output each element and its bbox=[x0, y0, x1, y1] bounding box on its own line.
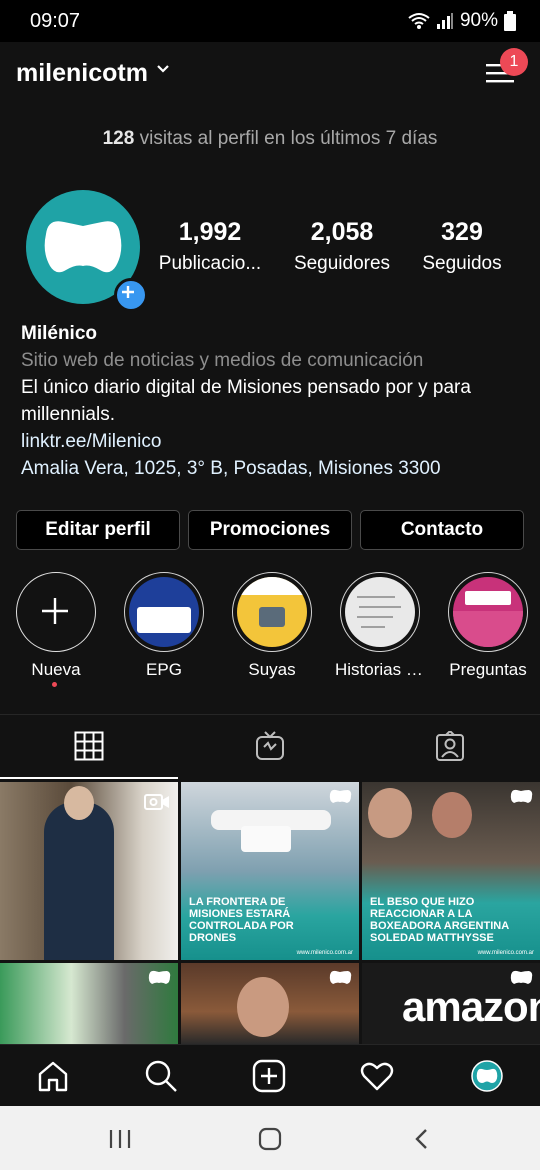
heart-icon[interactable] bbox=[360, 1059, 394, 1093]
brand-logo bbox=[329, 970, 352, 984]
highlight-preguntas[interactable]: Preguntas bbox=[443, 572, 533, 680]
highlight-label: Preguntas bbox=[449, 660, 527, 679]
stat-following-value: 329 bbox=[441, 218, 483, 246]
chevron-down-icon[interactable] bbox=[156, 64, 170, 74]
profile-name: Milénico bbox=[21, 323, 98, 344]
post-footer: www.milenico.com.ar bbox=[296, 950, 353, 956]
account-switcher[interactable]: milenicotm bbox=[16, 59, 148, 88]
profile-visits-banner[interactable]: 128 visitas al perfil en los últimos 7 d… bbox=[0, 128, 540, 150]
recent-apps-icon[interactable] bbox=[108, 1128, 132, 1150]
visits-count: 128 bbox=[102, 128, 135, 149]
post-thumbnail[interactable]: El beso que hizo reaccionar a la boxeado… bbox=[362, 782, 540, 960]
status-icons: 90% bbox=[408, 10, 516, 32]
system-navigation-bar bbox=[0, 1106, 540, 1170]
home-icon[interactable] bbox=[36, 1059, 70, 1093]
bottom-navigation bbox=[0, 1044, 540, 1107]
highlight-thumbnail bbox=[129, 577, 199, 647]
bio-address[interactable]: Amalia Vera, 1025, 3° B, Posadas, Mision… bbox=[21, 455, 521, 482]
brand-logo bbox=[329, 789, 352, 803]
post-thumbnail[interactable] bbox=[0, 963, 178, 1044]
active-tab-indicator bbox=[0, 777, 178, 779]
highlight-historias[interactable]: Historias d... bbox=[335, 572, 425, 680]
stat-followers-label: Seguidores bbox=[293, 253, 391, 274]
status-time: 09:07 bbox=[30, 10, 81, 32]
post-caption: El beso que hizo reaccionar a la boxeado… bbox=[370, 896, 509, 944]
highlight-label: Suyas bbox=[248, 660, 296, 679]
stat-followers[interactable]: 2,058 Seguidores bbox=[282, 218, 402, 275]
post-thumbnail[interactable] bbox=[0, 782, 178, 960]
highlight-thumbnail bbox=[453, 577, 523, 647]
notification-badge: 1 bbox=[500, 48, 528, 76]
home-button-icon[interactable] bbox=[257, 1126, 283, 1152]
profile-category: Sitio web de noticias y medios de comuni… bbox=[21, 350, 424, 371]
highlight-label: Nueva bbox=[31, 660, 81, 679]
add-post-icon[interactable] bbox=[252, 1059, 286, 1093]
profile-bio: Milénico Sitio web de noticias y medios … bbox=[21, 320, 521, 482]
post-thumbnail[interactable]: La frontera de Misiones estará controlad… bbox=[181, 782, 359, 960]
search-icon[interactable] bbox=[144, 1059, 178, 1093]
back-icon[interactable] bbox=[412, 1128, 432, 1150]
highlight-epg[interactable]: EPG bbox=[119, 572, 209, 680]
signal-icon bbox=[436, 13, 453, 29]
plus-icon bbox=[42, 598, 68, 624]
stat-posts[interactable]: 1,992 Publicacio... bbox=[150, 218, 270, 275]
bio-link[interactable]: linktr.ee/Milenico bbox=[21, 428, 521, 455]
profile-screen: milenicotm 1 128 visitas al perfil en lo… bbox=[0, 42, 540, 1107]
stat-following-label: Seguidos bbox=[422, 253, 502, 274]
igtv-icon[interactable] bbox=[255, 731, 285, 761]
highlight-label: Historias d... bbox=[335, 660, 425, 679]
top-bar: milenicotm 1 bbox=[0, 42, 540, 106]
highlight-thumbnail bbox=[345, 577, 415, 647]
tagged-icon[interactable] bbox=[435, 731, 465, 761]
brand-logo bbox=[148, 970, 171, 984]
status-bar: 09:07 90% bbox=[0, 0, 540, 42]
brand-logo bbox=[510, 970, 533, 984]
plus-icon bbox=[122, 286, 134, 298]
grid-icon[interactable] bbox=[74, 731, 104, 761]
post-caption: La frontera de Misiones estará controlad… bbox=[189, 896, 294, 944]
post-footer: www.milenico.com.ar bbox=[477, 950, 534, 956]
new-indicator-dot bbox=[52, 682, 57, 687]
wifi-icon bbox=[408, 13, 430, 29]
promotions-button[interactable]: Promociones bbox=[188, 510, 352, 550]
battery-percent: 90% bbox=[459, 10, 498, 31]
video-camera-icon bbox=[144, 794, 169, 810]
post-thumbnail[interactable]: amazon bbox=[362, 963, 540, 1044]
post-thumbnail[interactable] bbox=[181, 963, 359, 1044]
stat-posts-label: Publicacio... bbox=[158, 253, 262, 274]
highlight-label: EPG bbox=[146, 660, 182, 679]
profile-avatar-icon[interactable] bbox=[470, 1059, 504, 1093]
visits-text: visitas al perfil en los últimos 7 días bbox=[134, 128, 438, 149]
brand-logo bbox=[510, 789, 533, 803]
stat-following[interactable]: 329 Seguidos bbox=[402, 218, 522, 275]
post-caption: amazon bbox=[402, 983, 540, 1030]
highlight-suyas[interactable]: Suyas bbox=[227, 572, 317, 680]
edit-profile-button[interactable]: Editar perfil bbox=[16, 510, 180, 550]
highlight-thumbnail bbox=[237, 577, 307, 647]
profile-tabs bbox=[0, 714, 540, 781]
contact-button[interactable]: Contacto bbox=[360, 510, 524, 550]
add-story-badge[interactable] bbox=[114, 278, 148, 312]
stat-posts-value: 1,992 bbox=[178, 218, 242, 246]
bio-description: El único diario digital de Misiones pens… bbox=[21, 377, 471, 425]
stat-followers-value: 2,058 bbox=[310, 218, 374, 246]
highlight-new[interactable]: Nueva bbox=[11, 572, 101, 680]
battery-icon bbox=[504, 11, 516, 31]
